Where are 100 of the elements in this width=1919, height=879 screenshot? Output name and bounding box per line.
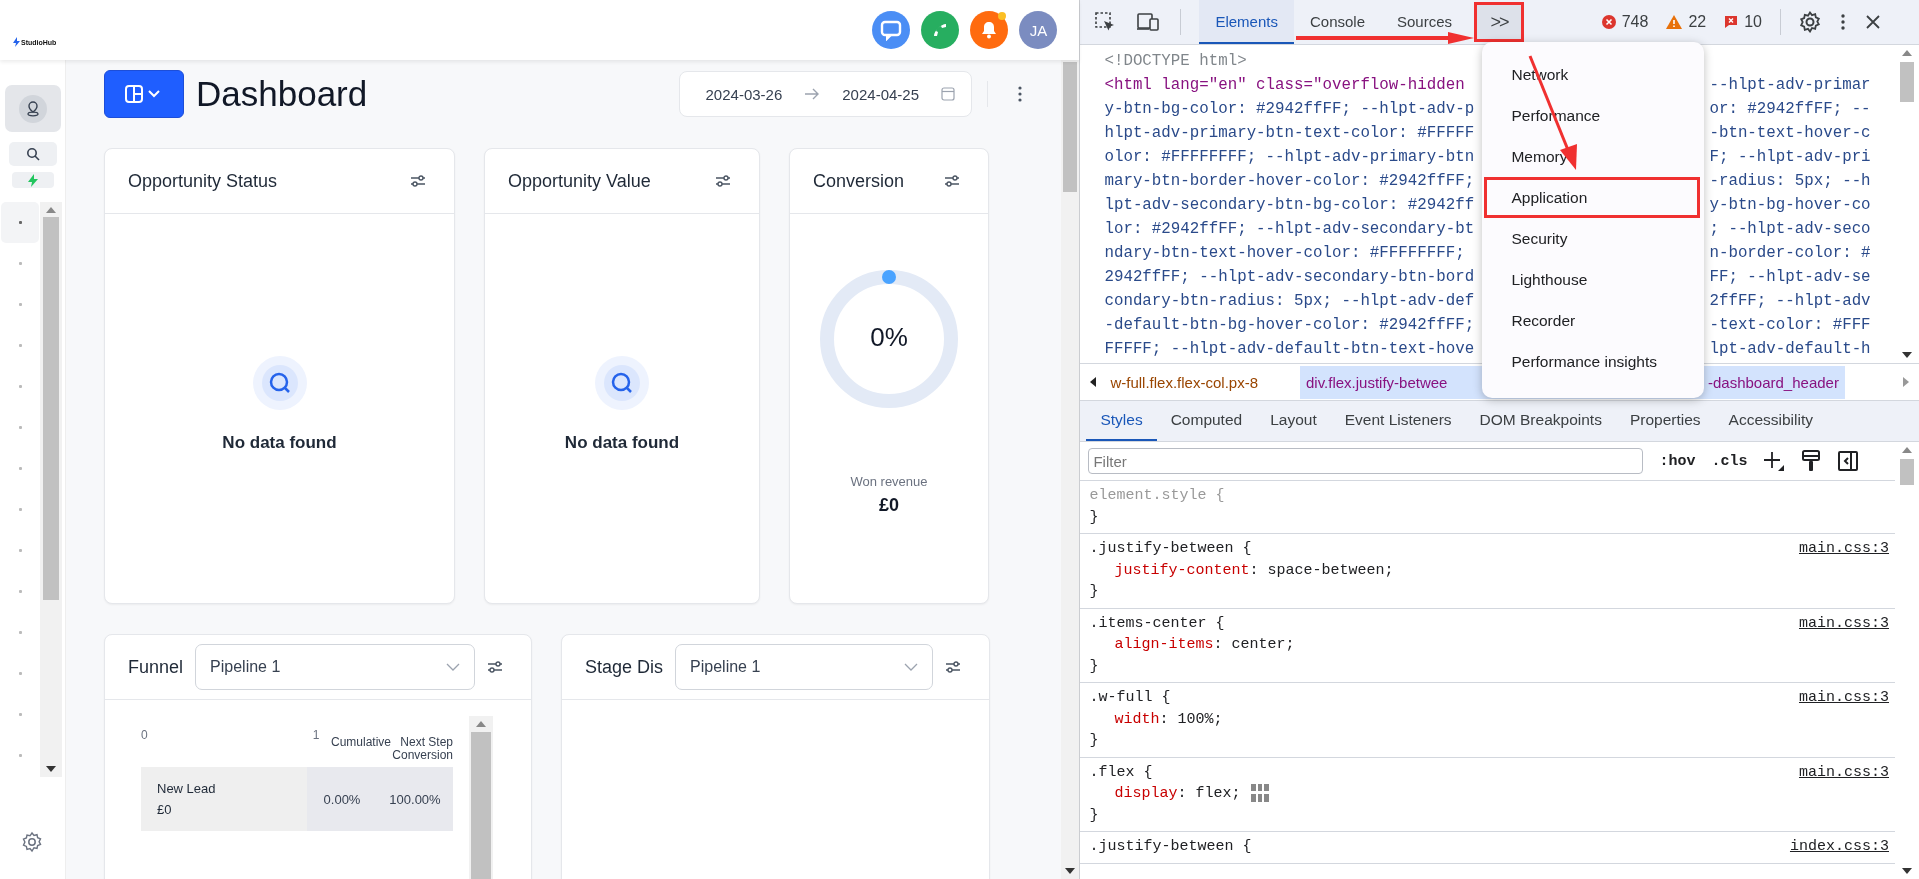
pane-tab[interactable]: Accessibility bbox=[1714, 401, 1827, 441]
source-link[interactable]: main.css:3 bbox=[1799, 761, 1889, 783]
layout-button[interactable] bbox=[104, 70, 184, 118]
add-icon[interactable] bbox=[1763, 450, 1786, 472]
chat-button[interactable] bbox=[872, 11, 911, 49]
issue-count[interactable]: 10 bbox=[1724, 13, 1762, 31]
scrollbar[interactable] bbox=[469, 716, 493, 879]
code-text: -btn-text-hover-c bbox=[1709, 124, 1872, 142]
pane-tab[interactable]: DOM Breakpoints bbox=[1465, 401, 1616, 441]
pane-tab[interactable]: Styles bbox=[1086, 401, 1157, 441]
error-count[interactable]: 748 bbox=[1601, 13, 1649, 31]
pipeline-select[interactable]: Pipeline 1 bbox=[195, 644, 475, 690]
more-icon[interactable] bbox=[1018, 86, 1022, 102]
code-text: hlpt-adv-primary-btn-text-color: #FFFFF bbox=[1104, 124, 1476, 142]
scroll-left-icon[interactable] bbox=[1090, 377, 1097, 387]
settings-icon[interactable] bbox=[21, 831, 43, 853]
pane-tab[interactable]: Event Listeners bbox=[1330, 401, 1466, 441]
column-header: Next Step Conversion bbox=[391, 736, 453, 762]
calendar-icon bbox=[941, 87, 955, 101]
code-text: FF; --hlpt-adv-se bbox=[1709, 268, 1872, 286]
code-text: --hlpt-adv-primar bbox=[1709, 76, 1872, 94]
code-text: mary-btn-border-hover-color: #2942ffFF; bbox=[1104, 172, 1476, 190]
menu-item[interactable]: Memory bbox=[1484, 136, 1701, 177]
code-text: or: #2942ffFF; -- bbox=[1709, 100, 1872, 118]
closing-brace: } bbox=[1089, 656, 1099, 677]
grid-icon[interactable] bbox=[1250, 783, 1271, 804]
code-text: <!DOCTYPE html> bbox=[1104, 52, 1248, 70]
quick-actions-button[interactable] bbox=[11, 172, 54, 188]
toggle-button[interactable]: .cls bbox=[1711, 452, 1748, 470]
date-range-field[interactable]: 2024-03-26 2024-04-25 bbox=[678, 71, 972, 117]
code-text: <html lang="en" class="overflow-hidden bbox=[1104, 76, 1466, 94]
card-title: Conversion bbox=[813, 170, 906, 192]
source-link[interactable]: main.css:3 bbox=[1799, 612, 1889, 634]
pin-icon bbox=[17, 93, 48, 124]
pane-tab[interactable]: Computed bbox=[1156, 401, 1257, 441]
card-title: Funnel bbox=[128, 656, 184, 678]
menu-item[interactable]: Application bbox=[1484, 177, 1701, 218]
css-selector: .items-center { bbox=[1089, 613, 1225, 634]
table-cell: 0.00% bbox=[307, 767, 377, 832]
more-icon[interactable] bbox=[1841, 14, 1845, 30]
phone-button[interactable] bbox=[921, 11, 960, 49]
css-selector: element.style { bbox=[1089, 486, 1225, 506]
code-text: y-btn-bg-hover-co bbox=[1709, 196, 1872, 214]
notifications-button[interactable] bbox=[970, 11, 1009, 49]
filter-icon[interactable] bbox=[715, 175, 731, 187]
scrollbar[interactable] bbox=[40, 202, 62, 777]
closing-brace: } bbox=[1089, 507, 1099, 528]
menu-item[interactable]: Recorder bbox=[1484, 300, 1701, 341]
device-icon[interactable] bbox=[1136, 12, 1161, 32]
code-text: 2942ffFF; --hlpt-adv-secondary-btn-bord bbox=[1104, 268, 1476, 286]
pane-tab[interactable]: Properties bbox=[1615, 401, 1715, 441]
code-text: lor: #2942ffFF; --hlpt-adv-secondary-bt bbox=[1104, 220, 1476, 238]
css-selector: .w-full { bbox=[1089, 688, 1171, 708]
menu-item[interactable]: Lighthouse bbox=[1484, 259, 1701, 300]
code-text: -default-btn-bg-hover-color: #2942ffFF; bbox=[1104, 316, 1476, 334]
code-text: ; --hlpt-adv-seco bbox=[1709, 220, 1872, 238]
devtools-tab[interactable]: Sources bbox=[1381, 0, 1469, 44]
breadcrumb[interactable]: -dashboard_header bbox=[1702, 365, 1845, 399]
source-link[interactable]: main.css:3 bbox=[1799, 687, 1889, 709]
closing-brace: } bbox=[1089, 731, 1099, 751]
pane-tab[interactable]: Layout bbox=[1256, 401, 1331, 441]
scroll-right-icon[interactable] bbox=[1903, 377, 1909, 387]
breadcrumb[interactable]: w-full.flex.flex-col.px-8 bbox=[1108, 365, 1260, 399]
code-text: F; --hlpt-adv-pri bbox=[1709, 148, 1872, 166]
issue-icon bbox=[1724, 15, 1739, 29]
paint-roller-icon[interactable] bbox=[1801, 450, 1822, 472]
location-button[interactable] bbox=[4, 85, 61, 132]
source-link[interactable]: index.css:3 bbox=[1789, 836, 1889, 858]
css-declaration: align-items: center; bbox=[1114, 635, 1295, 655]
pipeline-select[interactable]: Pipeline 1 bbox=[675, 644, 933, 690]
menu-item[interactable]: Performance insights bbox=[1484, 341, 1701, 382]
filter-icon[interactable] bbox=[410, 175, 426, 187]
empty-message: No data found bbox=[222, 432, 337, 453]
warning-count[interactable]: 22 bbox=[1666, 13, 1707, 31]
filter-icon[interactable] bbox=[945, 661, 961, 673]
search-icon bbox=[251, 354, 308, 411]
devtools-tab[interactable]: Console bbox=[1293, 0, 1381, 44]
devtools-tab[interactable]: Elements bbox=[1199, 0, 1294, 44]
code-text: FFFFF; --hlpt-adv-default-btn-text-hove bbox=[1104, 340, 1476, 358]
sidebar-icon[interactable] bbox=[1837, 450, 1860, 472]
settings-icon[interactable] bbox=[1799, 11, 1821, 33]
code-text: n-border-color: # bbox=[1709, 244, 1872, 262]
more-tabs-button[interactable]: >> bbox=[1474, 2, 1525, 42]
code-text: -radius: 5px; --h bbox=[1709, 172, 1872, 190]
chat-icon bbox=[880, 19, 903, 41]
code-text: olor: #FFFFFFFF; --hlpt-adv-primary-btn bbox=[1104, 148, 1476, 166]
warning-icon bbox=[1666, 15, 1683, 29]
filter-icon[interactable] bbox=[944, 175, 960, 187]
closing-brace: } bbox=[1089, 582, 1099, 602]
menu-item[interactable]: Security bbox=[1484, 218, 1701, 259]
toggle-button[interactable]: :hov bbox=[1659, 452, 1696, 470]
stage-amount: £0 bbox=[157, 802, 173, 818]
table-cell: 100.00% bbox=[377, 767, 453, 832]
css-declaration: width: 100%; bbox=[1114, 709, 1223, 730]
filter-icon[interactable] bbox=[487, 661, 503, 673]
source-link[interactable]: main.css:3 bbox=[1799, 538, 1889, 560]
filter-field[interactable]: Filter bbox=[1088, 448, 1644, 474]
scrollbar[interactable] bbox=[1061, 60, 1080, 879]
search-button[interactable] bbox=[8, 142, 57, 166]
close-icon[interactable] bbox=[1865, 14, 1881, 30]
